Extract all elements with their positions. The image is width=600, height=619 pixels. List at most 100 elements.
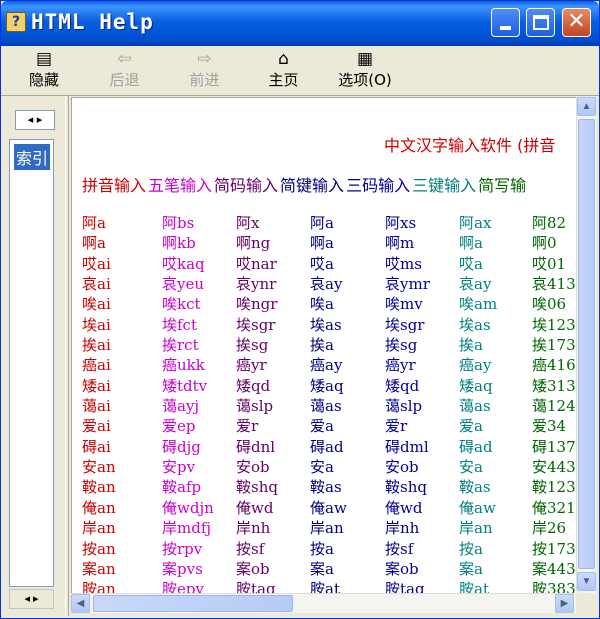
code-entry: 胺at — [459, 580, 489, 593]
code-entry: 阿x — [236, 214, 260, 232]
scroll-down-button[interactable]: ▼ — [577, 572, 596, 591]
code-entry: 癌ay — [459, 356, 492, 375]
code-entry: 矮aq — [459, 376, 493, 395]
forward-button[interactable]: ⇨ 前进 — [177, 48, 232, 94]
code-entry: 哎01 — [532, 254, 567, 273]
code-entry: 埃123 — [532, 315, 576, 334]
code-entry: 啊a — [82, 234, 106, 253]
navigation-pane: ◂ ▸ 索引 ◂ ▸ — [5, 101, 63, 613]
code-entry: 唉kct — [162, 295, 201, 314]
back-button[interactable]: ⇦ 后退 — [97, 48, 152, 94]
code-entry: 安ob — [236, 458, 270, 477]
minimize-icon — [500, 26, 511, 30]
code-entry: 矮qd — [385, 376, 420, 395]
horizontal-scrollbar[interactable]: ◀ ▶ — [71, 593, 576, 613]
code-entry: 爱34 — [532, 417, 567, 436]
vertical-scroll-thumb[interactable] — [578, 119, 595, 569]
scroll-up-button[interactable]: ▲ — [577, 97, 596, 116]
scroll-right-button[interactable]: ▶ — [555, 594, 574, 613]
code-entry: 唉ngr — [236, 295, 278, 314]
close-icon: ✕ — [567, 9, 586, 34]
code-entry: 碍djg — [162, 437, 201, 456]
code-entry: 蔼slp — [385, 397, 423, 416]
minimize-button[interactable] — [491, 8, 520, 37]
code-entry: 胺383 — [532, 580, 576, 593]
code-entry: 岸an — [459, 519, 493, 538]
code-entry: 哀ai — [82, 275, 111, 294]
code-entry: 俺an — [82, 498, 116, 517]
input-method-label: 简码输入 — [214, 176, 279, 195]
code-entry: 阿ax — [459, 214, 492, 232]
code-entry: 唉ai — [82, 295, 111, 314]
options-label: 选项(O) — [338, 71, 392, 89]
hide-button[interactable]: ▤ 隐藏 — [19, 48, 69, 94]
code-entry: 蔼124 — [532, 397, 576, 416]
code-entry: 啊kb — [162, 234, 196, 253]
input-method-label: 拼音输入 — [82, 176, 147, 195]
tab-scroll-arrows[interactable]: ◂ ▸ — [15, 110, 55, 130]
code-entry: 矮tdtv — [162, 376, 208, 395]
code-entry: 按sf — [385, 539, 414, 558]
input-method-label: 简写输 — [478, 176, 527, 195]
code-entry: 胺tag — [385, 580, 425, 593]
arrow-right-icon: ⇨ — [197, 49, 212, 69]
title-bar[interactable]: ? HTML Help ✕ — [1, 1, 599, 46]
code-entry: 安443 — [532, 458, 576, 477]
code-entry: 哎ms — [385, 254, 422, 273]
code-entry: 阿82 — [532, 214, 567, 232]
code-entry: 岸nh — [385, 519, 420, 538]
code-entry: 挨rct — [162, 336, 199, 355]
code-entry: 埃sgr — [385, 315, 425, 334]
code-column: 阿bs 啊kb 哎kaq 哀yeu 唉kct 埃fct 挨rct 癌ukk 矮tdtv 蔼ayj 爱… — [162, 212, 242, 593]
code-entry: 埃ai — [82, 315, 111, 334]
code-entry: 安ob — [385, 458, 419, 477]
code-entry: 啊a — [459, 234, 483, 253]
code-entry: 埃fct — [162, 315, 197, 334]
nav-item-index[interactable]: 索引 — [14, 144, 51, 170]
maximize-button[interactable] — [526, 8, 555, 37]
code-entry: 岸26 — [532, 519, 567, 538]
code-entry: 安a — [310, 458, 334, 477]
code-entry: 爱r — [236, 417, 259, 436]
code-entry: 俺321 — [532, 498, 576, 517]
scroll-left-button[interactable]: ◀ — [71, 594, 90, 613]
code-entry: 蔼ayj — [162, 397, 200, 416]
code-entry: 岸nh — [236, 519, 271, 538]
code-entry: 挨sg — [236, 336, 269, 355]
code-entry: 唉am — [459, 295, 498, 314]
code-entry: 癌yr — [236, 356, 267, 375]
home-label: 主页 — [268, 71, 299, 89]
horizontal-scroll-thumb[interactable] — [93, 595, 293, 612]
vertical-scrollbar[interactable]: ▲ ▼ — [576, 97, 596, 593]
maximize-icon — [533, 15, 549, 30]
code-entry: 按rpv — [162, 539, 203, 558]
code-entry: 胺an — [82, 580, 116, 593]
help-app-icon: ? — [6, 12, 26, 32]
close-button[interactable]: ✕ — [562, 8, 591, 37]
code-entry: 啊0 — [532, 234, 557, 253]
code-entry: 哀413 — [532, 275, 576, 294]
code-column: 阿ax 啊a 哎a 哀ay 唉am 埃as 挨a 癌ay 矮aq 蔼as 爱a 碍ad 安a 鞍as 俺aw… — [459, 212, 539, 593]
code-entry: 鞍shq — [236, 478, 278, 497]
code-entry: 癌yr — [385, 356, 416, 375]
code-column: 阿xs 啊m 哎ms 哀ymr 唉mv 埃sgr 挨sg 癌yr 矮qd 蔼slp 爱r 碍dml 安o… — [385, 212, 465, 593]
code-entry: 碍ai — [82, 437, 111, 456]
pane-splitter[interactable] — [65, 96, 69, 616]
options-button[interactable]: ▦ 选项(O) — [329, 48, 401, 94]
input-method-label: 三码输入 — [346, 176, 411, 195]
home-button[interactable]: ⌂ 主页 — [256, 48, 311, 94]
code-entry: 癌ay — [310, 356, 343, 375]
code-entry: 案ob — [236, 559, 270, 578]
code-entry: 胺epv — [162, 580, 204, 593]
code-entry: 碍dml — [385, 437, 429, 456]
nav-horizontal-scrollbar[interactable]: ◂ ▸ — [9, 589, 54, 609]
code-entry: 案an — [82, 559, 116, 578]
code-entry: 安a — [459, 458, 483, 477]
code-entry: 埃sgr — [236, 315, 276, 334]
code-entry: 蔼as — [310, 397, 342, 416]
arrow-left-icon: ⇦ — [117, 49, 132, 69]
hide-pane-icon: ▤ — [35, 49, 53, 69]
code-entry: 按a — [459, 539, 483, 558]
page-heading: 中文汉字输入软件 (拼音 — [384, 136, 556, 155]
code-entry: 按173 — [532, 539, 576, 558]
